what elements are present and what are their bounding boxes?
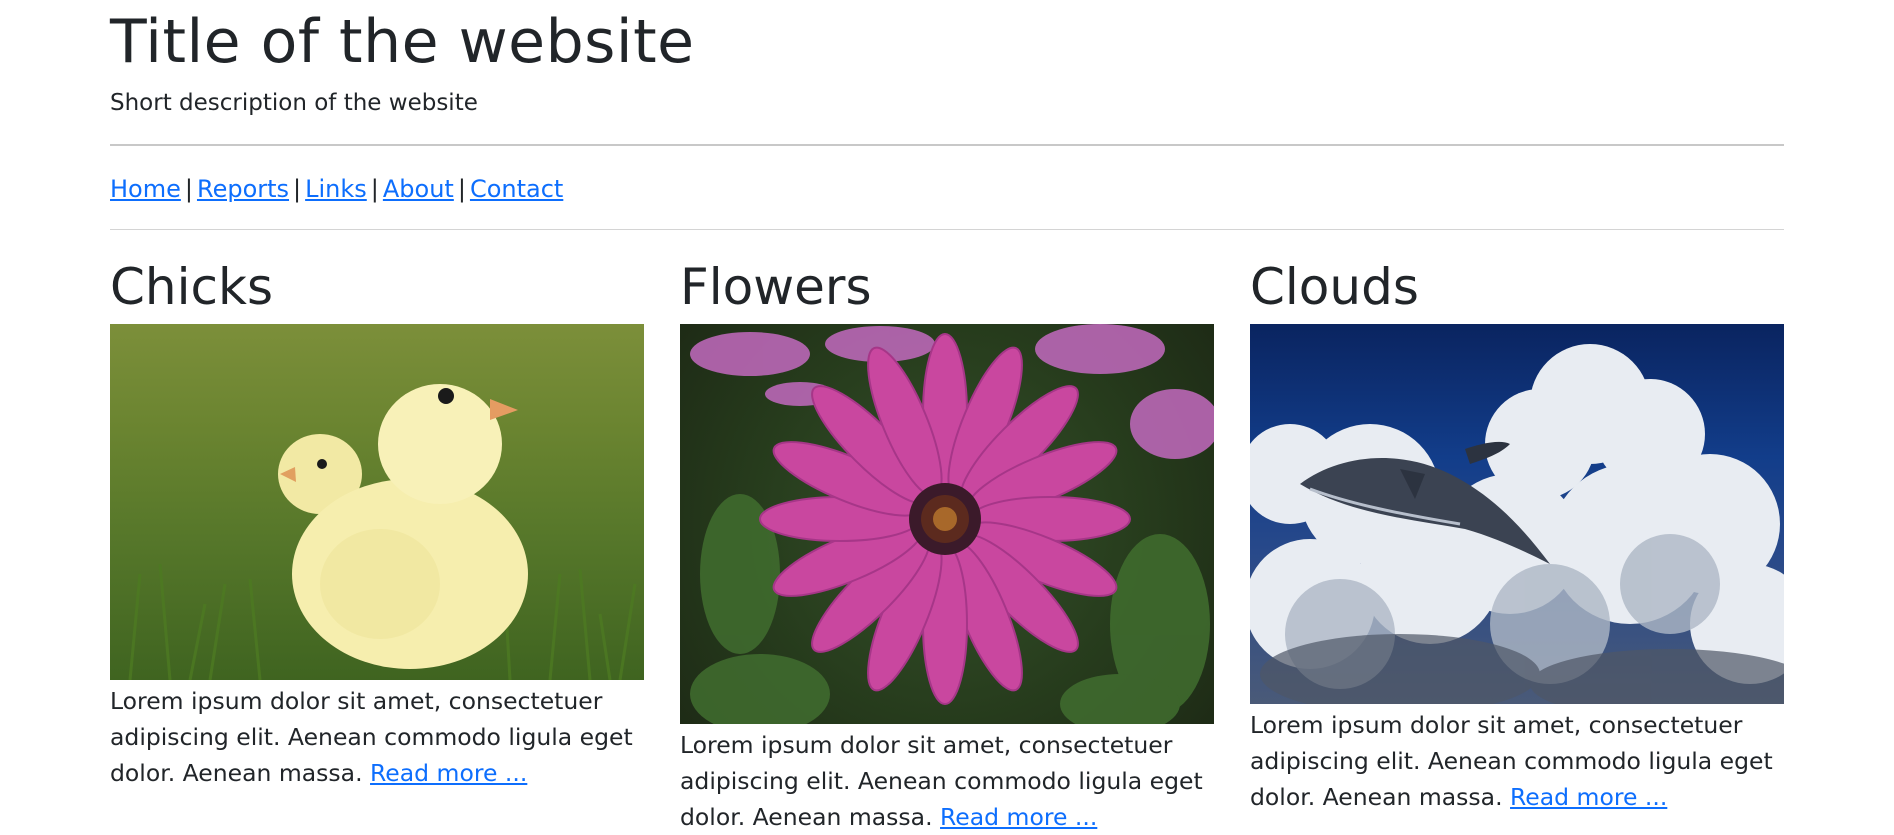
nav-divider [110,229,1784,230]
read-more-link[interactable]: Read more ... [370,759,527,787]
article-heading: Chicks [110,258,273,316]
nav-link-home[interactable]: Home [110,175,181,203]
main-nav: Home | Reports | Links | About | Contact [110,172,563,206]
article-clouds: Clouds Lorem ipsum dolor sit amet, conse… [1250,252,1784,815]
read-more-link[interactable]: Read more ... [940,803,1097,831]
read-more-link[interactable]: Read more ... [1510,783,1667,811]
article-text: Lorem ipsum dolor sit amet, consectetuer… [1250,704,1784,815]
nav-link-links[interactable]: Links [305,175,367,203]
nav-separator: | [457,175,466,203]
article-chicks: Chicks Lorem ipsum dolor sit amet, conse… [110,252,644,791]
nav-separator: | [184,175,193,203]
article-heading: Flowers [680,258,872,316]
flower-image [680,324,1214,724]
chicks-image [110,324,644,680]
nav-link-contact[interactable]: Contact [470,175,563,203]
article-flowers: Flowers Lorem ipsum dolor sit amet, cons… [680,252,1214,835]
nav-separator: | [370,175,379,203]
article-heading: Clouds [1250,258,1419,316]
article-text: Lorem ipsum dolor sit amet, consectetuer… [110,680,644,791]
site-title: Title of the website [110,7,695,77]
header-divider [110,144,1784,146]
article-text: Lorem ipsum dolor sit amet, consectetuer… [680,724,1214,835]
nav-separator: | [293,175,302,203]
nav-link-about[interactable]: About [383,175,454,203]
clouds-whale-image [1250,324,1784,704]
site-description: Short description of the website [110,90,478,116]
nav-link-reports[interactable]: Reports [197,175,289,203]
